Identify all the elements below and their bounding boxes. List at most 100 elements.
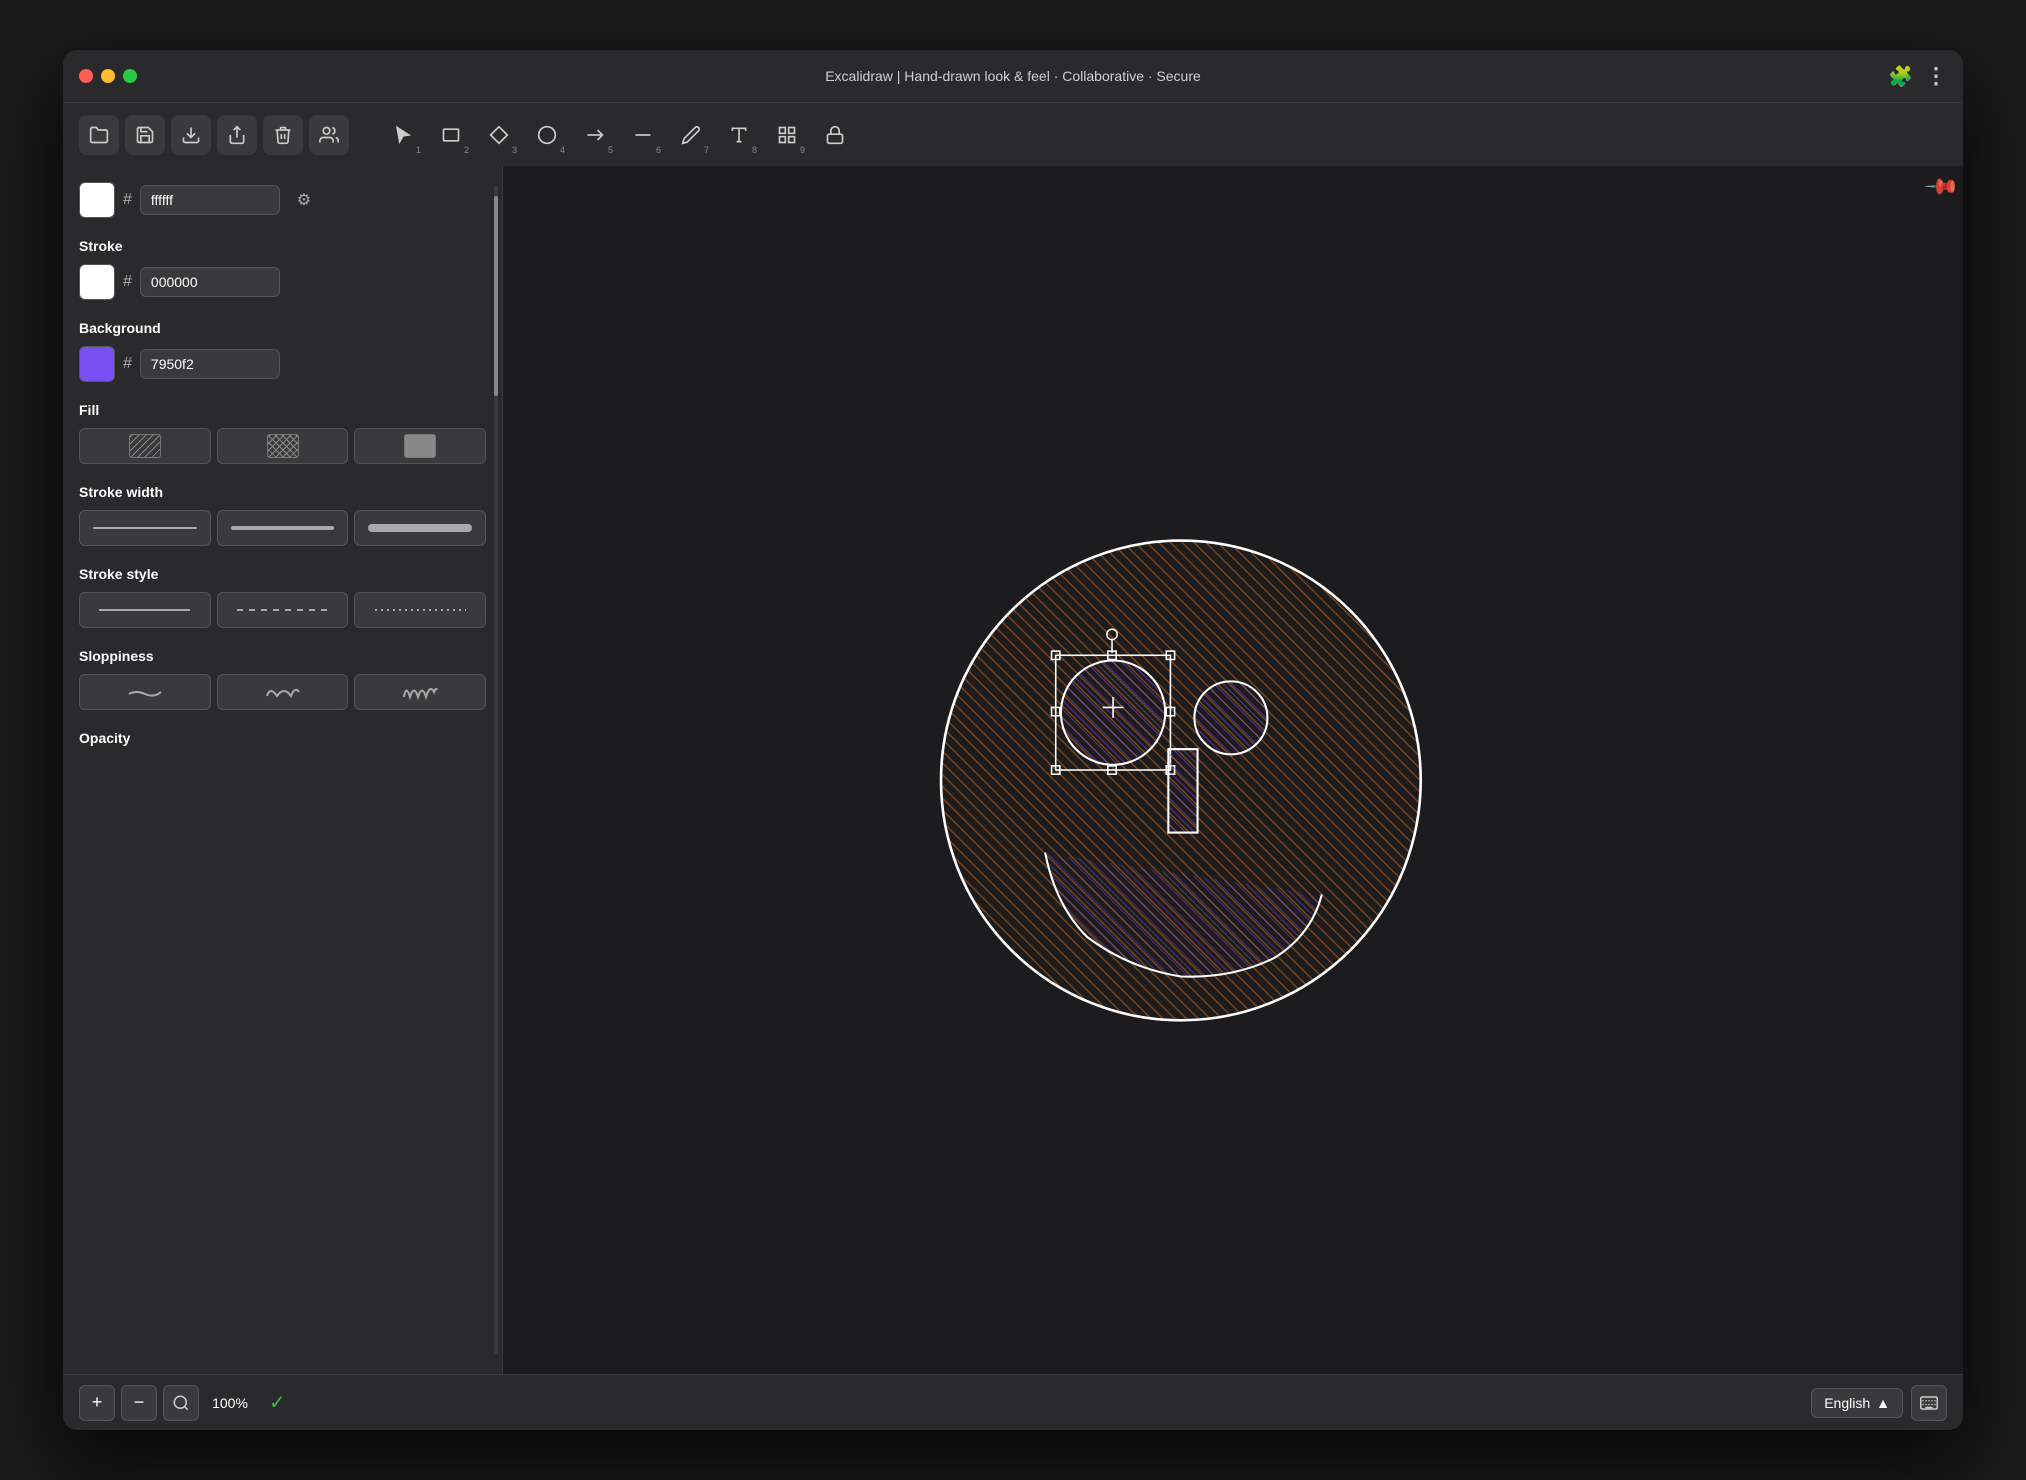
tool-ellipse[interactable]: 4 — [525, 113, 569, 157]
sloppiness-high-icon — [402, 682, 438, 702]
background-color-swatch[interactable] — [79, 346, 115, 382]
stroke-width-section: Stroke width — [79, 484, 486, 546]
sloppiness-label: Sloppiness — [79, 648, 486, 664]
dashed-stroke-icon — [237, 609, 328, 611]
chevron-up-icon: ▲ — [1876, 1395, 1890, 1411]
sloppiness-medium[interactable] — [217, 674, 349, 710]
stroke-style-section: Stroke style — [79, 566, 486, 628]
hash-symbol-1: # — [123, 191, 132, 209]
minimize-button[interactable] — [101, 69, 115, 83]
sloppiness-section: Sloppiness — [79, 648, 486, 710]
stroke-color-swatch[interactable] — [79, 264, 115, 300]
stroke-style-label: Stroke style — [79, 566, 486, 582]
zoom-in-button[interactable]: + — [79, 1385, 115, 1421]
close-button[interactable] — [79, 69, 93, 83]
background-section: Background # — [79, 320, 486, 382]
stroke-dotted-option[interactable] — [354, 592, 486, 628]
scroll-thumb — [494, 196, 498, 396]
medium-line-icon — [231, 526, 335, 530]
save-button[interactable] — [125, 115, 165, 155]
sloppiness-high[interactable] — [354, 674, 486, 710]
fill-section: Fill — [79, 402, 486, 464]
tool-lock[interactable] — [813, 113, 857, 157]
zoom-reset-button[interactable] — [163, 1385, 199, 1421]
maximize-button[interactable] — [123, 69, 137, 83]
share-button[interactable] — [217, 115, 257, 155]
tool-text[interactable]: 8 — [717, 113, 761, 157]
traffic-lights — [79, 69, 137, 83]
hash-symbol-3: # — [123, 355, 132, 373]
stroke-width-thick[interactable] — [354, 510, 486, 546]
stroke-color-row: # — [79, 264, 486, 300]
stroke-section: Stroke # — [79, 238, 486, 300]
extensions-icon[interactable]: 🧩 — [1888, 64, 1913, 89]
canvas-color-swatch[interactable] — [79, 182, 115, 218]
menu-icon[interactable]: ⋮ — [1925, 63, 1947, 89]
canvas-color-input[interactable] — [140, 185, 280, 215]
delete-button[interactable] — [263, 115, 303, 155]
sloppiness-low[interactable] — [79, 674, 211, 710]
stroke-style-options — [79, 592, 486, 628]
color-settings-button[interactable]: ⚙ — [288, 184, 320, 216]
language-label: English — [1824, 1395, 1870, 1411]
sloppiness-options — [79, 674, 486, 710]
stroke-width-options — [79, 510, 486, 546]
background-label: Background — [79, 320, 486, 336]
thin-line-icon — [93, 527, 197, 529]
titlebar: Excalidraw | Hand-drawn look & feel · Co… — [63, 50, 1963, 102]
background-color-row: # — [79, 346, 486, 382]
open-button[interactable] — [79, 115, 119, 155]
bottom-right: English ▲ — [1811, 1385, 1947, 1421]
fill-cross-hatch-option[interactable] — [217, 428, 349, 464]
file-tools — [79, 115, 349, 155]
bottom-bar: + − 100% ✓ English ▲ — [63, 1374, 1963, 1430]
solid-icon — [404, 434, 436, 458]
canvas-area[interactable]: 📌 — [503, 166, 1963, 1374]
dotted-stroke-icon — [375, 609, 466, 611]
tool-arrow[interactable]: 5 — [573, 113, 617, 157]
tool-select[interactable]: 1 — [381, 113, 425, 157]
keyboard-button[interactable] — [1911, 1385, 1947, 1421]
tool-diamond[interactable]: 3 — [477, 113, 521, 157]
properties-sidebar: # ⚙ Stroke # Background — [63, 166, 503, 1374]
zoom-controls: + − 100% ✓ — [79, 1385, 286, 1421]
background-color-input[interactable] — [140, 349, 280, 379]
canvas-color-row: # ⚙ — [79, 182, 486, 218]
stroke-solid-option[interactable] — [79, 592, 211, 628]
drawing-tools: 1 2 3 4 — [381, 113, 857, 157]
main-content: # ⚙ Stroke # Background — [63, 166, 1963, 1374]
app-window: Excalidraw | Hand-drawn look & feel · Co… — [63, 50, 1963, 1430]
tool-rectangle[interactable]: 2 — [429, 113, 473, 157]
hash-symbol-2: # — [123, 273, 132, 291]
thick-line-icon — [368, 524, 472, 532]
export-button[interactable] — [171, 115, 211, 155]
collab-button[interactable] — [309, 115, 349, 155]
opacity-label: Opacity — [79, 730, 486, 746]
sloppiness-low-icon — [127, 682, 163, 702]
zoom-out-button[interactable]: − — [121, 1385, 157, 1421]
fill-label: Fill — [79, 402, 486, 418]
language-selector[interactable]: English ▲ — [1811, 1388, 1903, 1418]
tool-pencil[interactable]: 7 — [669, 113, 713, 157]
stroke-label: Stroke — [79, 238, 486, 254]
status-icon: ✓ — [269, 1390, 286, 1415]
stroke-width-label: Stroke width — [79, 484, 486, 500]
stroke-width-thin[interactable] — [79, 510, 211, 546]
fill-options — [79, 428, 486, 464]
tool-line[interactable]: 6 — [621, 113, 665, 157]
stroke-color-input[interactable] — [140, 267, 280, 297]
sidebar-scroll[interactable]: # ⚙ Stroke # Background — [63, 166, 502, 1374]
cross-hatch-icon — [267, 434, 299, 458]
sloppiness-medium-icon — [265, 682, 301, 702]
titlebar-actions: 🧩 ⋮ — [1888, 63, 1947, 89]
fill-solid-option[interactable] — [354, 428, 486, 464]
tool-image[interactable]: 9 — [765, 113, 809, 157]
stroke-width-medium[interactable] — [217, 510, 349, 546]
stroke-dashed-option[interactable] — [217, 592, 349, 628]
zoom-level: 100% — [205, 1395, 255, 1411]
fill-hatch-option[interactable] — [79, 428, 211, 464]
hatch-icon — [129, 434, 161, 458]
scrollbar[interactable] — [494, 186, 498, 1354]
opacity-section: Opacity — [79, 730, 486, 746]
page-title: Excalidraw | Hand-drawn look & feel · Co… — [825, 68, 1201, 84]
